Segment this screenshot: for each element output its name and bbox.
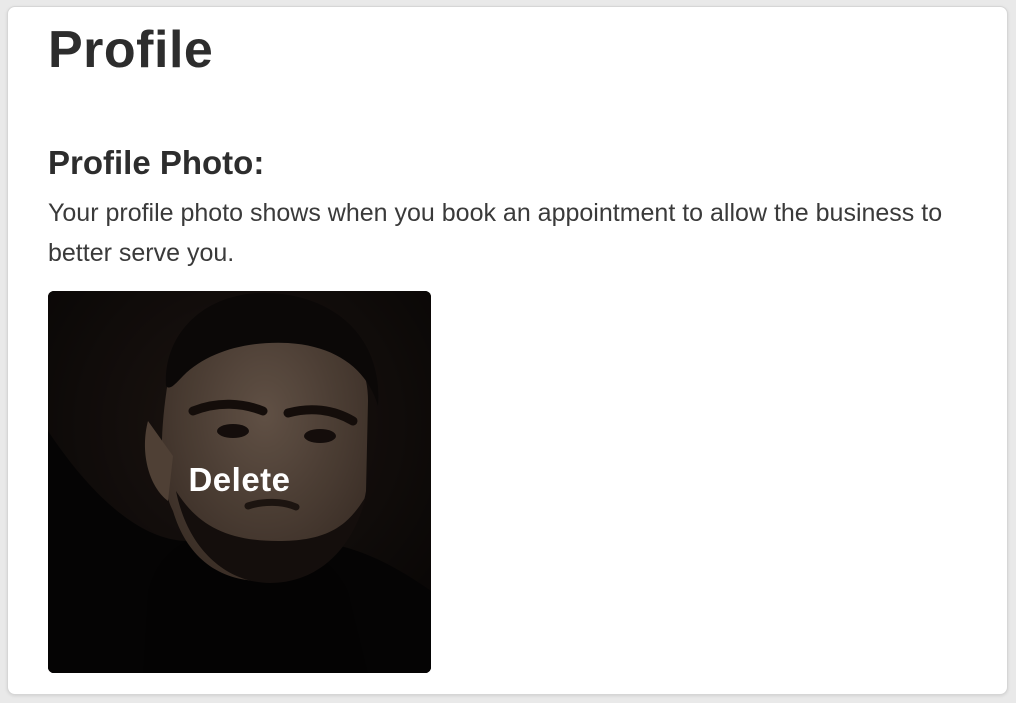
profile-photo-delete-button[interactable]: Delete (48, 291, 431, 673)
delete-photo-label[interactable]: Delete (48, 461, 431, 499)
profile-photo-description: Your profile photo shows when you book a… (48, 199, 943, 267)
profile-card: Profile Profile Photo: Your profile phot… (7, 6, 1008, 695)
page-title: Profile (48, 21, 214, 79)
profile-photo-heading: Profile Photo: (48, 144, 265, 181)
